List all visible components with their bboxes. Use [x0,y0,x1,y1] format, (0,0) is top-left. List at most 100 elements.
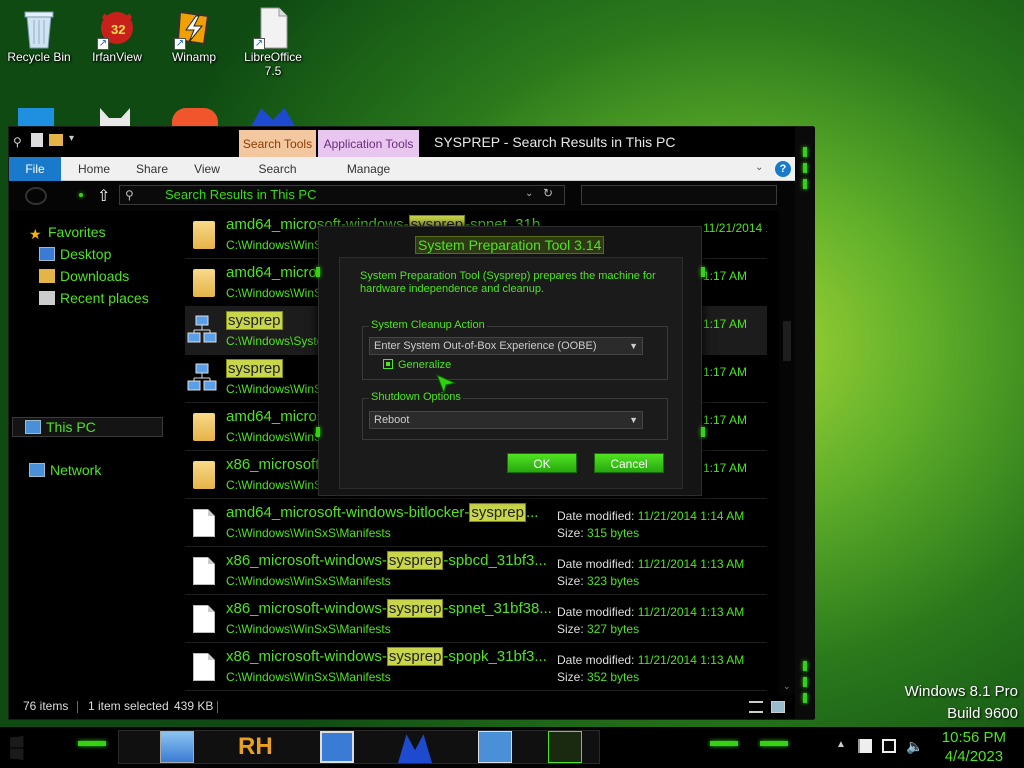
rh-taskbar-icon[interactable]: RH [238,731,273,763]
nav-desktop[interactable]: Desktop [39,245,111,263]
back-button-icon[interactable] [25,187,47,205]
help-icon[interactable]: ? [775,161,791,177]
taskbar-clock[interactable]: 10:56 PM 4/4/2023 [942,728,1006,766]
irfanview-icon[interactable]: 32 ↗ IrfanView [81,6,153,64]
context-tab-application-tools[interactable]: Application Tools [318,130,419,157]
file-name: x86_microsoft- [226,456,324,473]
file-size: Size: 327 bytes [557,622,639,636]
desktop-icon [39,247,55,261]
context-tab-search-tools[interactable]: Search Tools [239,130,316,157]
ribbon-expand-icon[interactable]: ⌄ [755,162,763,173]
item-count: 76 items [23,699,69,713]
window-frame-rail [795,127,815,719]
cleanup-action-select[interactable]: Enter System Out-of-Box Experience (OOBE… [369,337,643,355]
nav-this-pc[interactable]: This PC [12,417,163,437]
address-field[interactable]: Search Results in This PC [119,185,565,205]
file-name: x86_microsoft-windows-sysprep -spnet_31bf… [226,599,552,618]
nav-network[interactable]: Network [29,461,101,479]
quick-access-dropdown-icon[interactable]: ▾ [69,133,74,144]
file-name-match: sysprep [226,311,283,330]
network-status-icon[interactable] [882,739,896,753]
nav-favorites[interactable]: ★ Favorites [29,223,106,242]
nav-downloads[interactable]: Downloads [39,267,129,285]
file-date-modified: Date modified: 11/21/2014 1:13 AM [557,605,744,619]
tab-manage[interactable]: Manage [318,157,419,181]
cancel-button[interactable]: Cancel [594,453,664,473]
status-bar: 76 items 1 item selected 439 KB [9,695,795,719]
status-divider [217,701,218,713]
generalize-checkbox[interactable]: Generalize [383,359,451,371]
quick-access-properties-icon[interactable] [31,133,43,147]
file-icon [193,509,215,537]
file-row[interactable]: x86_microsoft-windows-sysprep -spopk_31bf… [185,643,767,691]
cleanup-action-value: Enter System Out-of-Box Experience (OOBE… [374,340,597,352]
size-value: 352 bytes [587,670,640,684]
action-center-flag-icon[interactable] [858,739,872,753]
file-name: amd64_microsoft-windows-bitlocker-syspre… [226,503,538,522]
checkbox-checked-icon [383,359,393,369]
partial-icon-blue [18,108,54,128]
file-path: C:\Windows\WinSxS\Manifests [226,622,391,636]
quick-access-newfolder-icon[interactable] [49,134,63,146]
up-arrow-icon[interactable]: ⇧ [97,186,110,206]
tab-search[interactable]: Search [239,157,316,181]
date-modified-label: Date modified: [557,557,635,571]
file-name-match: sysprep [386,599,444,618]
file-row[interactable]: x86_microsoft-windows-sysprep -spbcd_31bf… [185,547,767,595]
recycle-bin-icon[interactable]: Recycle Bin [3,6,75,64]
file-row[interactable]: x86_microsoft-windows-sysprep -spnet_31bf… [185,595,767,643]
vertical-scrollbar[interactable]: ⌄ [779,211,795,695]
frame-led [803,179,807,189]
date-modified-value: 11/21/2014 1:14 AM [637,509,745,523]
shortcut-arrow-icon: ↗ [174,38,186,50]
tab-home[interactable]: Home [67,157,121,181]
show-hidden-icons-chevron-icon[interactable]: ▲ [836,739,846,750]
date-modified-label: Date modified: [557,605,635,619]
tab-view[interactable]: View [183,157,231,181]
screen-taskbar-icon[interactable] [320,731,354,763]
network-taskbar-icon[interactable] [548,731,582,763]
shutdown-options-select[interactable]: Reboot ▼ [369,411,643,429]
file-date-modified: Date modified: 11/21/2014 1:13 AM [557,653,744,667]
title-bar[interactable]: ⚲ ▾ Search Tools Application Tools SYSPR… [9,127,815,157]
libreoffice-icon[interactable]: ↗ LibreOffice 7.5 [237,6,309,78]
dialog-led [316,267,320,277]
large-icons-view-icon[interactable] [771,701,785,713]
quick-access-search-icon[interactable]: ⚲ [13,135,22,149]
libreoffice-label: LibreOffice 7.5 [244,50,302,78]
volume-muted-icon[interactable]: 🔈 [906,738,923,755]
status-divider [77,701,78,713]
scroll-thumb[interactable] [783,321,791,361]
taskbar-led [710,741,738,746]
scroll-down-icon[interactable]: ⌄ [783,681,791,692]
date-modified-label: Date modified: [557,653,635,667]
star-icon: ★ [29,226,42,242]
navigation-pane: ★ Favorites Desktop Downloads Recent plac… [9,211,169,695]
cleanup-group: System Cleanup Action Enter System Out-o… [362,319,668,380]
search-input[interactable] [581,185,777,205]
tab-file[interactable]: File [9,157,61,181]
control-panel-taskbar-icon[interactable] [160,731,194,763]
start-button-icon[interactable] [10,736,24,760]
tab-share[interactable]: Share [127,157,177,181]
shutdown-option-value: Reboot [374,414,410,426]
document-taskbar-icon[interactable] [478,731,512,763]
frame-led [803,147,807,157]
refresh-icon[interactable]: ↻ [543,186,553,200]
shortcut-arrow-icon: ↗ [253,38,265,50]
file-name-suffix: -spbcd_31bf3... [443,552,547,569]
file-name-suffix: -spnet_31bf38... [443,600,552,617]
dialog-led [701,267,705,277]
details-view-icon[interactable] [749,701,763,713]
file-date-modified: 1:17 AM [703,269,747,283]
nav-recent-places[interactable]: Recent places [39,289,149,307]
address-dropdown-icon[interactable]: ⌄ [525,188,533,199]
dialog-led [316,427,320,437]
file-row[interactable]: amd64_microsoft-windows-bitlocker-syspre… [185,499,767,547]
file-icon [193,605,215,633]
file-size: Size: 315 bytes [557,526,639,540]
date-modified-value: 11/21/2014 1:13 AM [637,653,745,667]
window-title: SYSPREP - Search Results in This PC [434,134,676,150]
winamp-icon[interactable]: ↗ Winamp [158,6,230,64]
ok-button[interactable]: OK [507,453,577,473]
